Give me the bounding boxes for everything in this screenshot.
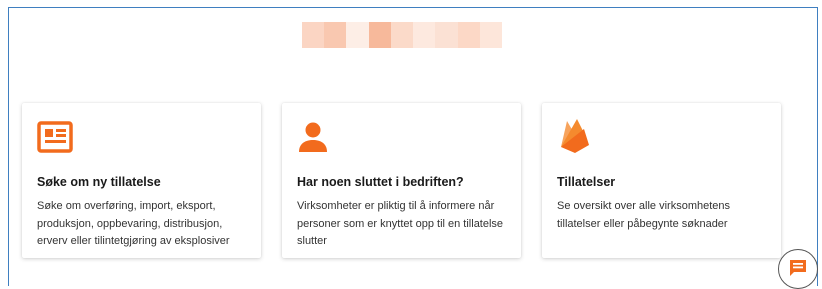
logo-blur-tile [479, 22, 502, 48]
logo-blur-tile [457, 22, 480, 48]
logo-blur-tile [435, 22, 458, 48]
logo-blur-tile [346, 22, 369, 48]
card-description: Virksomheter er pliktig til å informere … [297, 200, 504, 247]
card-title: Tillatelser [557, 175, 616, 189]
newspaper-icon [37, 121, 77, 157]
card-title: Har noen sluttet i bedriften? [297, 175, 464, 189]
firebase-flame-icon [557, 119, 597, 157]
chat-button[interactable] [778, 249, 818, 289]
logo-blur-tile [390, 22, 414, 48]
logo-blur-tile [413, 22, 436, 48]
logo-blur-tile [324, 22, 347, 48]
logo-blur-tile [302, 22, 325, 48]
logo-blur-tile [368, 22, 391, 48]
card-title: Søke om ny tillatelse [37, 175, 161, 189]
card-apply-permit[interactable]: Søke om ny tillatelse Søke om overføring… [22, 103, 261, 258]
blurred-logo [302, 22, 502, 48]
chat-bubble-icon [788, 258, 808, 283]
person-icon [297, 121, 337, 157]
card-employee-left[interactable]: Har noen sluttet i bedriften? Virksomhet… [282, 103, 521, 258]
card-description: Se oversikt over alle virksomhetens till… [557, 200, 731, 230]
card-permits[interactable]: Tillatelser Se oversikt over alle virkso… [542, 103, 781, 258]
card-description: Søke om overføring, import, eksport, pro… [37, 200, 230, 247]
